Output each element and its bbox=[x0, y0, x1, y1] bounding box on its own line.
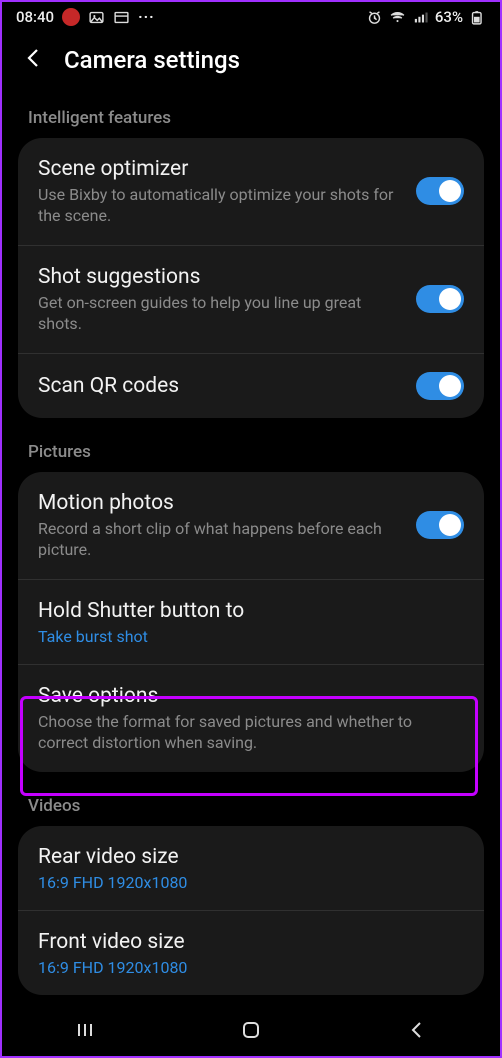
back-button[interactable] bbox=[22, 46, 46, 74]
battery-icon bbox=[469, 9, 486, 26]
alarm-icon bbox=[366, 9, 383, 26]
home-button[interactable] bbox=[239, 1018, 263, 1046]
row-title: Shot suggestions bbox=[38, 264, 402, 290]
row-title: Hold Shutter button to bbox=[38, 598, 464, 624]
recents-button[interactable] bbox=[73, 1018, 97, 1046]
row-link: 16:9 FHD 1920x1080 bbox=[38, 873, 464, 892]
row-link: Take burst shot bbox=[38, 627, 464, 646]
card-intelligent: Scene optimizer Use Bixby to automatical… bbox=[18, 138, 484, 418]
row-title: Front video size bbox=[38, 929, 464, 955]
card-pictures: Motion photos Record a short clip of wha… bbox=[18, 472, 484, 772]
back-nav-button[interactable] bbox=[405, 1018, 429, 1046]
row-save-options[interactable]: Save options Choose the format for saved… bbox=[18, 664, 484, 772]
row-subtitle: Record a short clip of what happens befo… bbox=[38, 519, 402, 561]
row-motion-photos[interactable]: Motion photos Record a short clip of wha… bbox=[18, 472, 484, 579]
status-right: 63% bbox=[366, 8, 486, 26]
row-scene-optimizer[interactable]: Scene optimizer Use Bixby to automatical… bbox=[18, 138, 484, 245]
row-title: Scan QR codes bbox=[38, 373, 402, 399]
row-title: Scene optimizer bbox=[38, 156, 402, 182]
row-shot-suggestions[interactable]: Shot suggestions Get on-screen guides to… bbox=[18, 245, 484, 353]
clock: 08:40 bbox=[16, 8, 54, 26]
wifi-icon bbox=[389, 9, 406, 26]
row-title: Rear video size bbox=[38, 844, 464, 870]
row-link: 16:9 FHD 1920x1080 bbox=[38, 958, 464, 977]
row-subtitle: Choose the format for saved pictures and… bbox=[38, 712, 464, 754]
section-label-intelligent: Intelligent features bbox=[6, 100, 496, 138]
more-notifications-icon: ··· bbox=[138, 8, 155, 26]
section-label-pictures: Pictures bbox=[6, 434, 496, 472]
page-title: Camera settings bbox=[64, 46, 240, 74]
row-subtitle: Use Bixby to automatically optimize your… bbox=[38, 185, 402, 227]
status-bar: 08:40 ··· 63% bbox=[2, 2, 500, 28]
status-left: 08:40 ··· bbox=[16, 8, 155, 26]
navigation-bar bbox=[2, 1008, 500, 1056]
signal-icon bbox=[412, 9, 429, 26]
section-label-videos: Videos bbox=[6, 788, 496, 826]
battery-text: 63% bbox=[435, 8, 463, 26]
toggle-scan-qr[interactable] bbox=[416, 372, 464, 400]
row-front-video-size[interactable]: Front video size 16:9 FHD 1920x1080 bbox=[18, 910, 484, 995]
toggle-scene-optimizer[interactable] bbox=[416, 177, 464, 205]
tab-icon bbox=[113, 9, 130, 26]
card-videos: Rear video size 16:9 FHD 1920x1080 Front… bbox=[18, 826, 484, 996]
settings-content: Intelligent features Scene optimizer Use… bbox=[2, 100, 500, 995]
row-title: Save options bbox=[38, 683, 464, 709]
toggle-motion-photos[interactable] bbox=[416, 511, 464, 539]
image-icon bbox=[88, 9, 105, 26]
toggle-shot-suggestions[interactable] bbox=[416, 285, 464, 313]
notification-icon bbox=[62, 8, 80, 26]
row-rear-video-size[interactable]: Rear video size 16:9 FHD 1920x1080 bbox=[18, 826, 484, 910]
row-title: Motion photos bbox=[38, 490, 402, 516]
row-scan-qr[interactable]: Scan QR codes bbox=[18, 353, 484, 418]
header: Camera settings bbox=[2, 28, 500, 100]
row-subtitle: Get on-screen guides to help you line up… bbox=[38, 293, 402, 335]
row-hold-shutter[interactable]: Hold Shutter button to Take burst shot bbox=[18, 579, 484, 664]
